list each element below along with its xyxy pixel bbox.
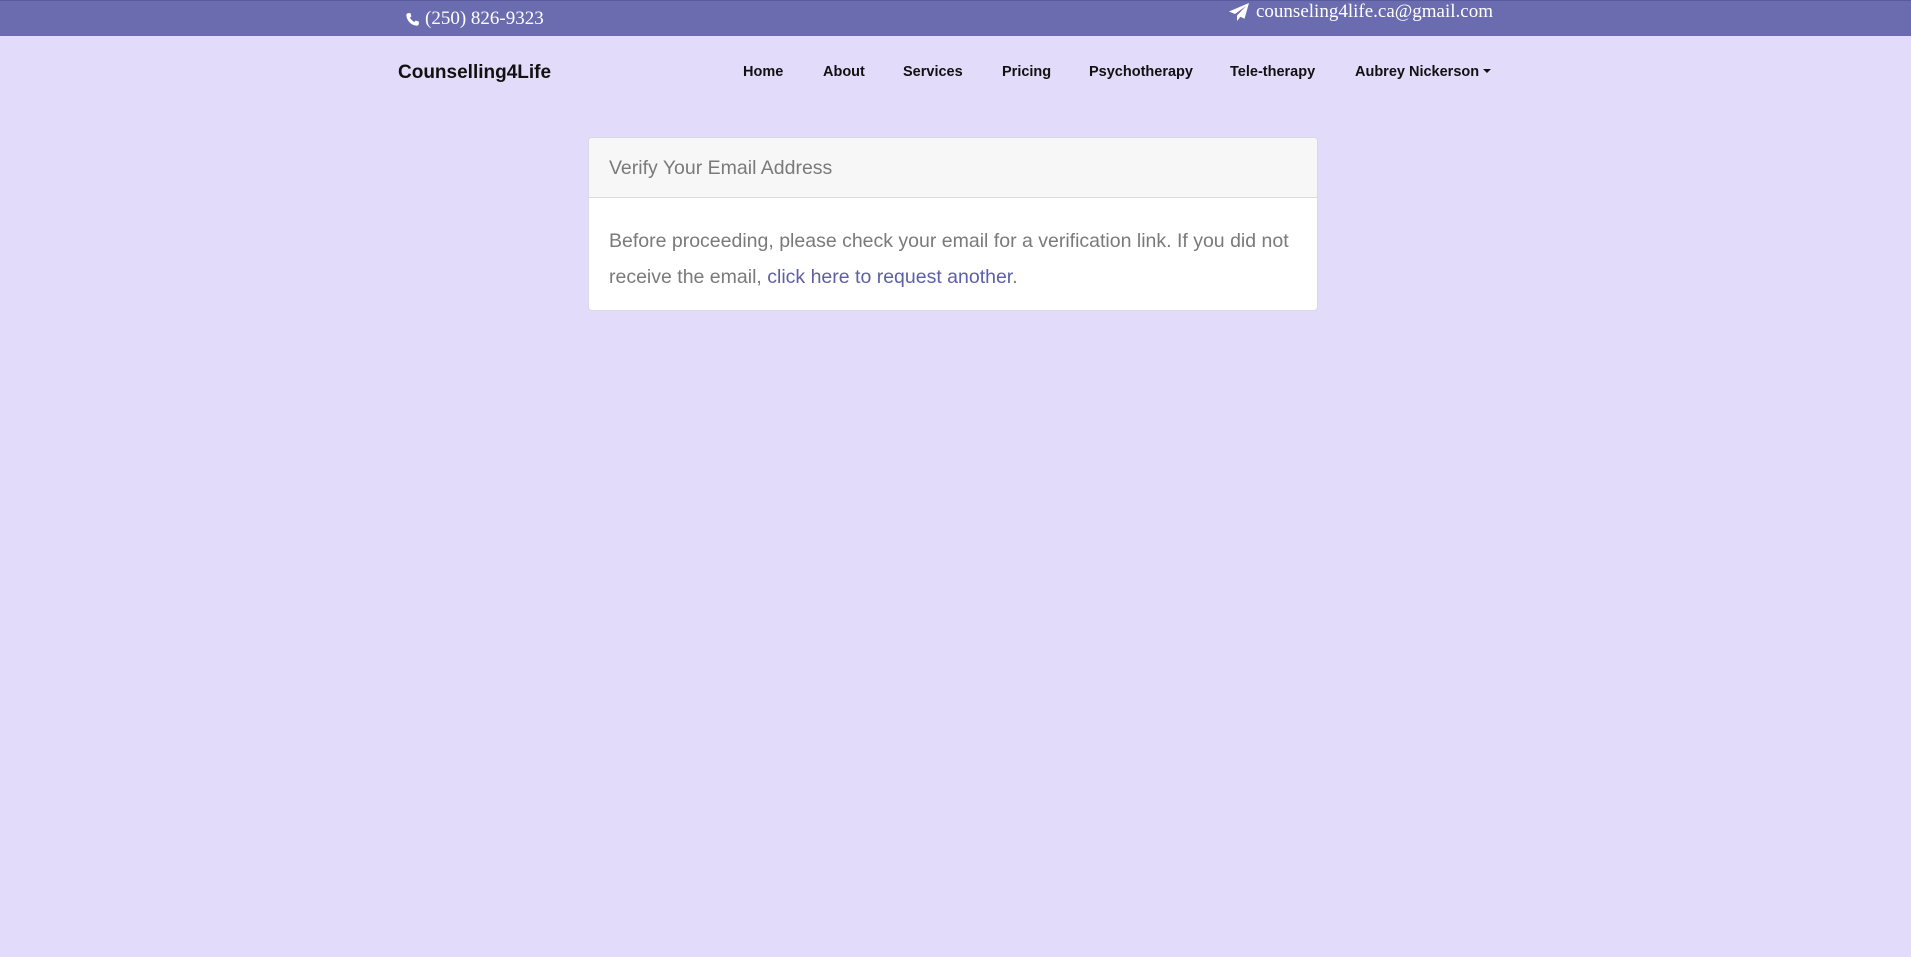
phone-contact[interactable]: (250) 826-9323 xyxy=(405,8,544,30)
paper-plane-icon xyxy=(1228,2,1250,22)
phone-icon xyxy=(405,12,420,27)
nav-item-psychotherapy[interactable]: Psychotherapy xyxy=(1089,64,1193,80)
nav-item-services[interactable]: Services xyxy=(903,64,963,80)
message-period: . xyxy=(1012,266,1018,288)
phone-number: (250) 826-9323 xyxy=(425,8,544,29)
card-title: Verify Your Email Address xyxy=(589,138,1317,198)
caret-down-icon xyxy=(1483,69,1492,73)
email-contact[interactable]: counseling4life.ca@gmail.com xyxy=(1228,1,1493,23)
email-address: counseling4life.ca@gmail.com xyxy=(1256,1,1493,22)
main-navbar: Counselling4Life Home About Services Pri… xyxy=(0,36,1911,114)
contact-bar: (250) 826-9323 counseling4life.ca@gmail.… xyxy=(0,0,1911,36)
nav-menu: Home About Services Pricing Psychotherap… xyxy=(0,64,1911,84)
card-body: Before proceeding, please check your ema… xyxy=(589,198,1317,295)
nav-item-tele-therapy[interactable]: Tele-therapy xyxy=(1230,64,1315,80)
resend-verification-link[interactable]: click here to request another xyxy=(767,266,1012,288)
user-menu-label: Aubrey Nickerson xyxy=(1355,64,1480,80)
nav-item-about[interactable]: About xyxy=(823,64,865,80)
nav-item-pricing[interactable]: Pricing xyxy=(1002,64,1051,80)
nav-item-home[interactable]: Home xyxy=(743,64,783,80)
verify-email-card: Verify Your Email Address Before proceed… xyxy=(588,137,1318,311)
user-menu-dropdown[interactable]: Aubrey Nickerson xyxy=(1355,64,1492,80)
